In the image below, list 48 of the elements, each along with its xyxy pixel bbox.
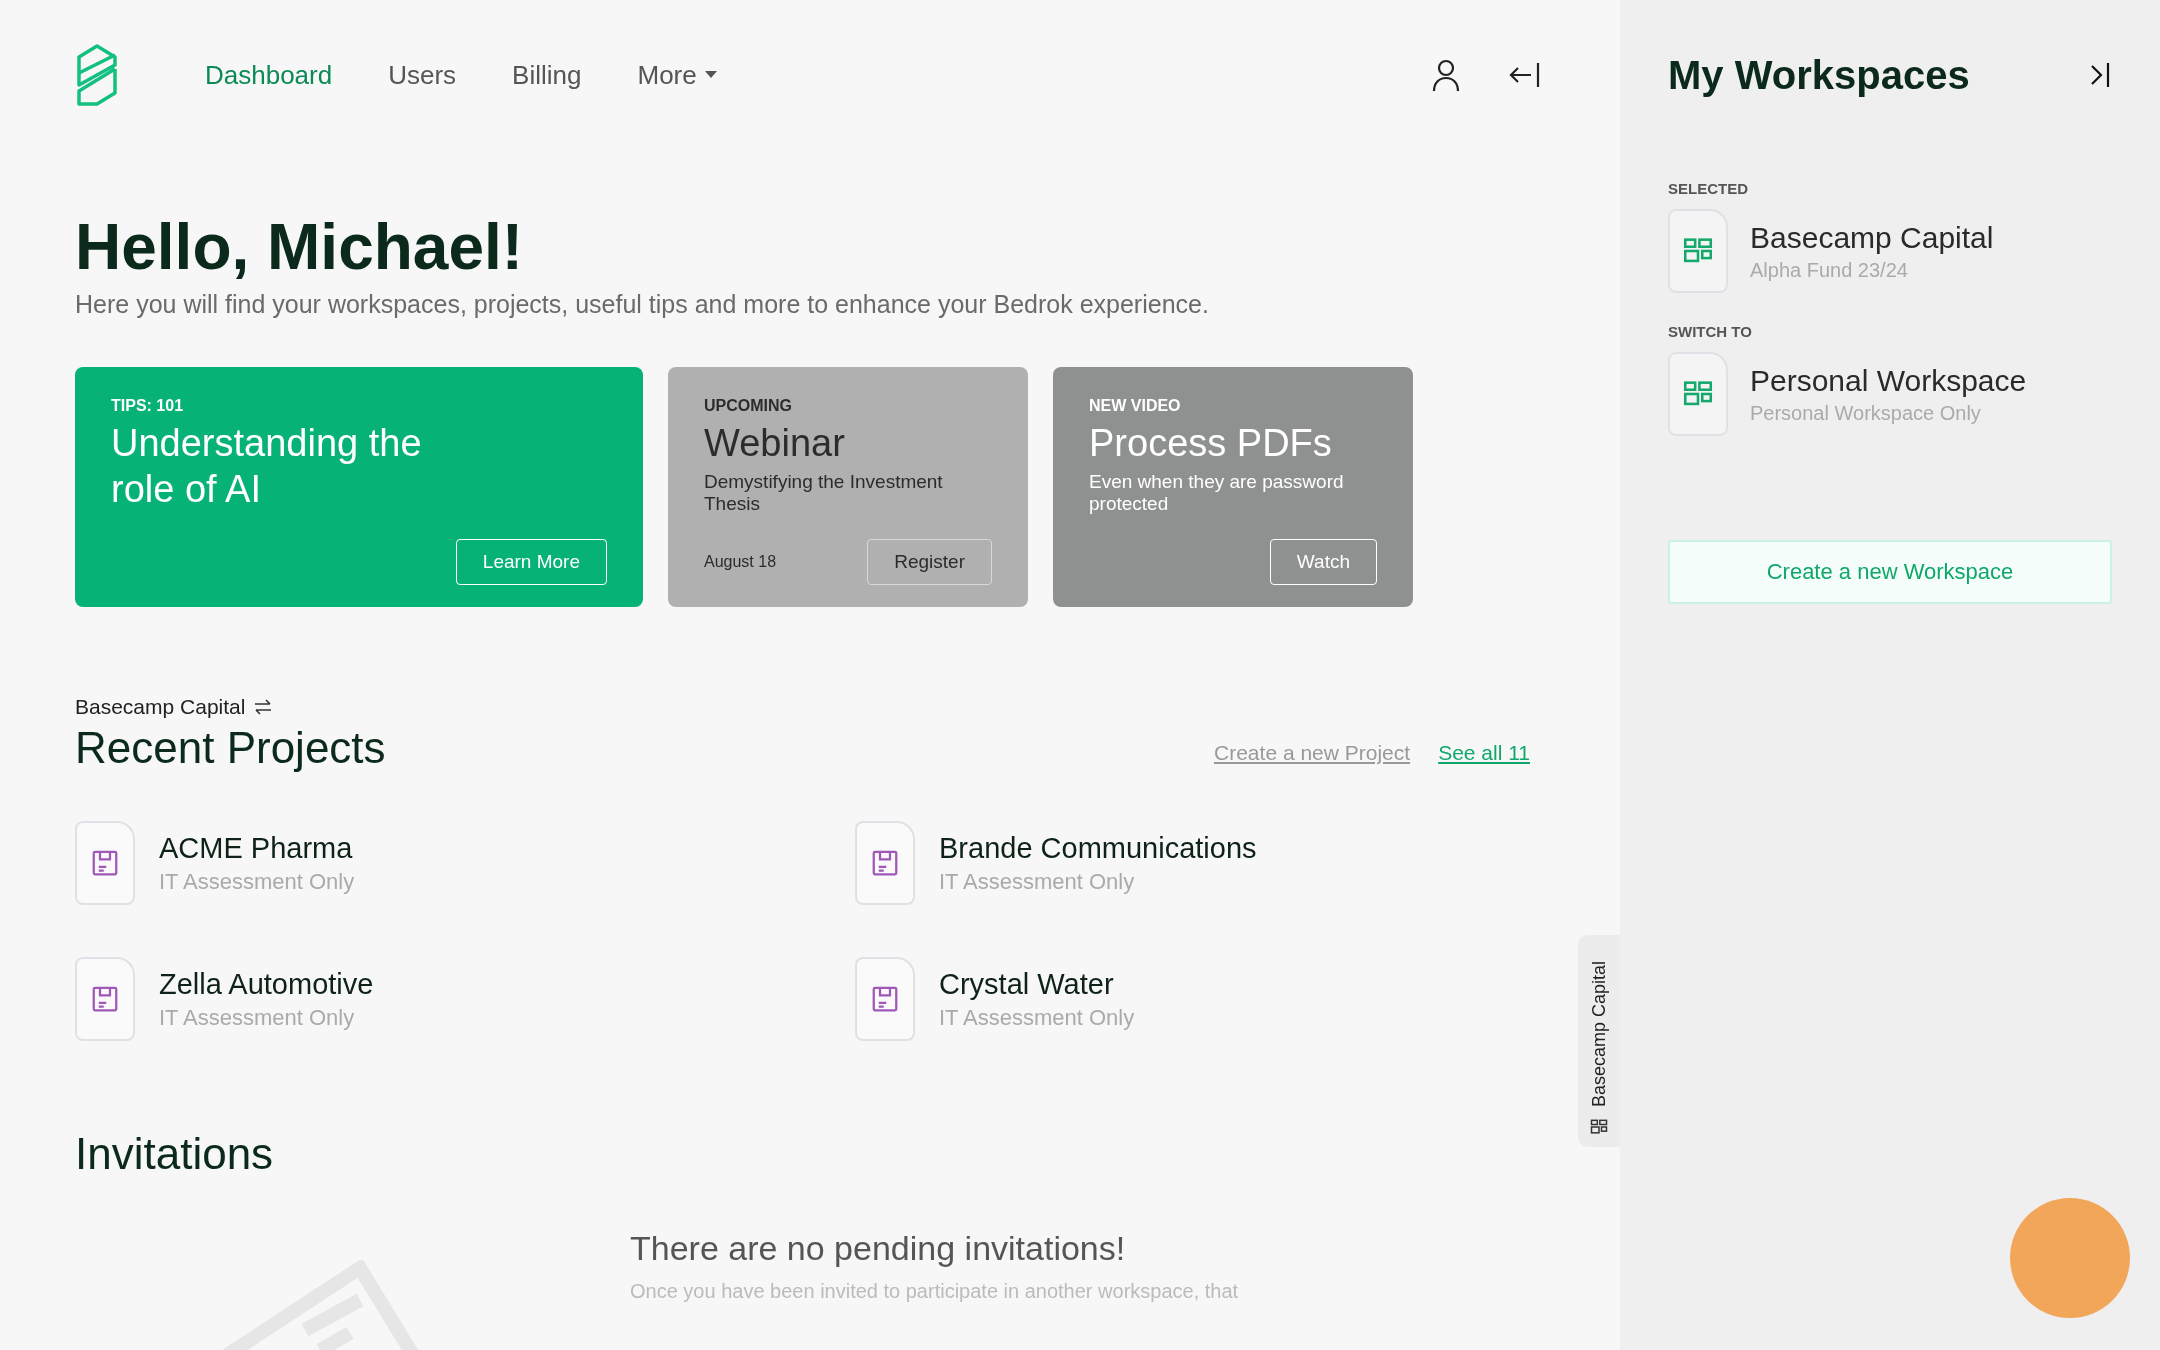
caret-icon (704, 71, 717, 79)
workspace-item[interactable]: Personal Workspace Personal Workspace Only (1668, 352, 2112, 436)
section-title: Invitations (75, 1129, 275, 1179)
project-name[interactable]: Zella Automotive (159, 967, 374, 1001)
workspace-item[interactable]: Basecamp Capital Alpha Fund 23/24 (1668, 209, 2112, 293)
card-eyebrow: TIPS: 101 (111, 397, 185, 415)
section-title: Recent Projects (75, 723, 386, 773)
project-subtitle: IT Assessment Only (159, 1004, 356, 1031)
nav-link[interactable]: Billing (512, 59, 582, 91)
collapse-right-icon[interactable] (2088, 60, 2112, 90)
project-name[interactable]: Brande Communications (939, 831, 1257, 865)
card-title: Process PDFs (1089, 421, 1333, 466)
project-icon[interactable] (855, 957, 915, 1041)
group-heading: SELECTED (1668, 180, 1749, 197)
project-subtitle: IT Assessment Only (939, 1004, 1135, 1031)
workspace-name: Basecamp Capital (1750, 220, 1994, 255)
project-name[interactable]: ACME Pharma (159, 831, 355, 865)
project-icon[interactable] (75, 821, 135, 905)
greeting-subtitle: Here you will find your workspaces, projects, useful tips and more to enhance your Bedrok experience. (75, 290, 1210, 319)
nav-link[interactable]: More (637, 59, 717, 91)
workspace-side-tab[interactable]: Basecamp Capital (1578, 935, 1620, 1147)
empty-state-title: There are no pending invitations! (630, 1229, 1127, 1268)
project-icon[interactable] (75, 957, 135, 1041)
card-date: August 18 (704, 553, 777, 571)
side-tab-label: Basecamp Capital (1588, 960, 1610, 1107)
register-button[interactable]: Register (867, 539, 992, 585)
card-eyebrow: NEW VIDEO (1089, 397, 1182, 415)
workspace-subtitle: Personal Workspace Only (1750, 401, 1982, 425)
empty-state-text: Once you have been invited to participate in another workspace, that (630, 1280, 1240, 1303)
card-eyebrow: UPCOMING (704, 397, 793, 415)
project-icon[interactable] (855, 821, 915, 905)
nav-link[interactable]: Dashboard (205, 59, 333, 91)
workspace-name: Personal Workspace (1750, 363, 2027, 398)
card-title: Understanding the role of AI (111, 421, 423, 512)
workspace-subtitle: Alpha Fund 23/24 (1750, 258, 1909, 282)
project-subtitle: IT Assessment Only (939, 868, 1136, 895)
panel-title: My Workspaces (1668, 52, 1970, 98)
workspace-label: Basecamp Capital (75, 695, 246, 719)
greeting-title: Hello, Michael! (75, 210, 525, 284)
swap-icon[interactable] (253, 698, 274, 716)
grid-icon (1589, 1117, 1609, 1137)
group-heading: SWITCH TO (1668, 323, 1753, 340)
nav-link[interactable]: Users (388, 59, 457, 91)
project-subtitle: IT Assessment Only (159, 868, 355, 895)
card-text: Demystifying the Investment Thesis (704, 470, 944, 517)
card-title: Webinar (704, 421, 846, 466)
project-name[interactable]: Crystal Water (939, 967, 1135, 1001)
card-text: Even when they are password protected (1089, 470, 1345, 517)
